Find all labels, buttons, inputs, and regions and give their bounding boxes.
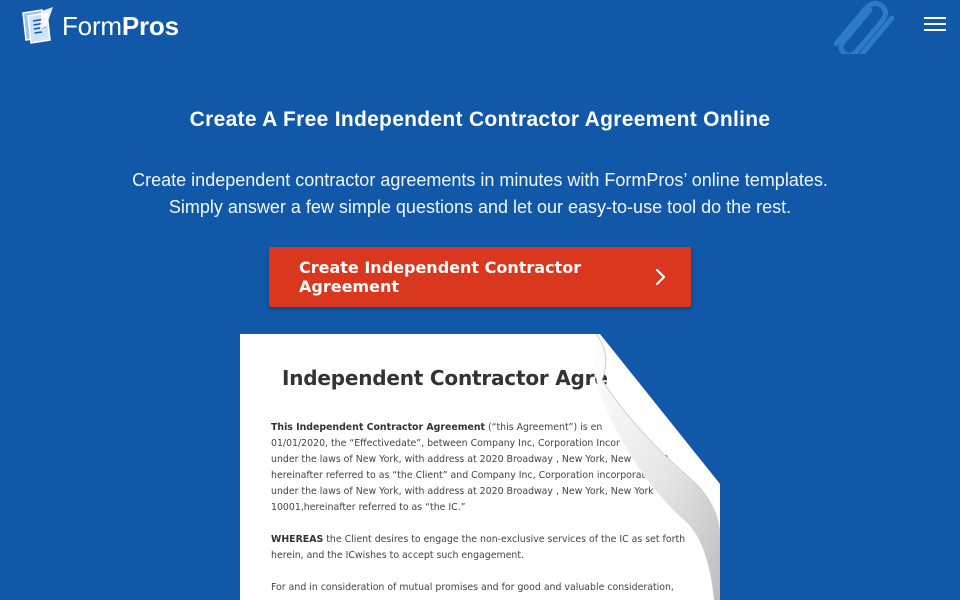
site-header: FormPros (0, 0, 960, 54)
formpros-logo[interactable]: FormPros (20, 6, 179, 46)
page-subtitle: Create independent contractor agreements… (132, 170, 828, 217)
hamburger-menu-button[interactable] (924, 14, 946, 34)
paperclip-icon (833, 0, 895, 54)
create-agreement-button-label: Create Independent Contractor Agreement (299, 258, 582, 296)
logo-text-light: Form (62, 10, 122, 41)
form-document-icon (22, 7, 53, 44)
hamburger-icon (924, 17, 946, 19)
page-title: Create A Free Independent Contractor Agr… (189, 108, 771, 131)
create-agreement-button[interactable]: Create Independent Contractor Agreement (269, 247, 691, 307)
agreement-document-preview: Independent Contractor Agre This Indepen… (240, 334, 720, 600)
logo-text-bold: Pros (121, 10, 179, 41)
chevron-right-icon (631, 247, 691, 307)
page-curl (593, 334, 720, 600)
